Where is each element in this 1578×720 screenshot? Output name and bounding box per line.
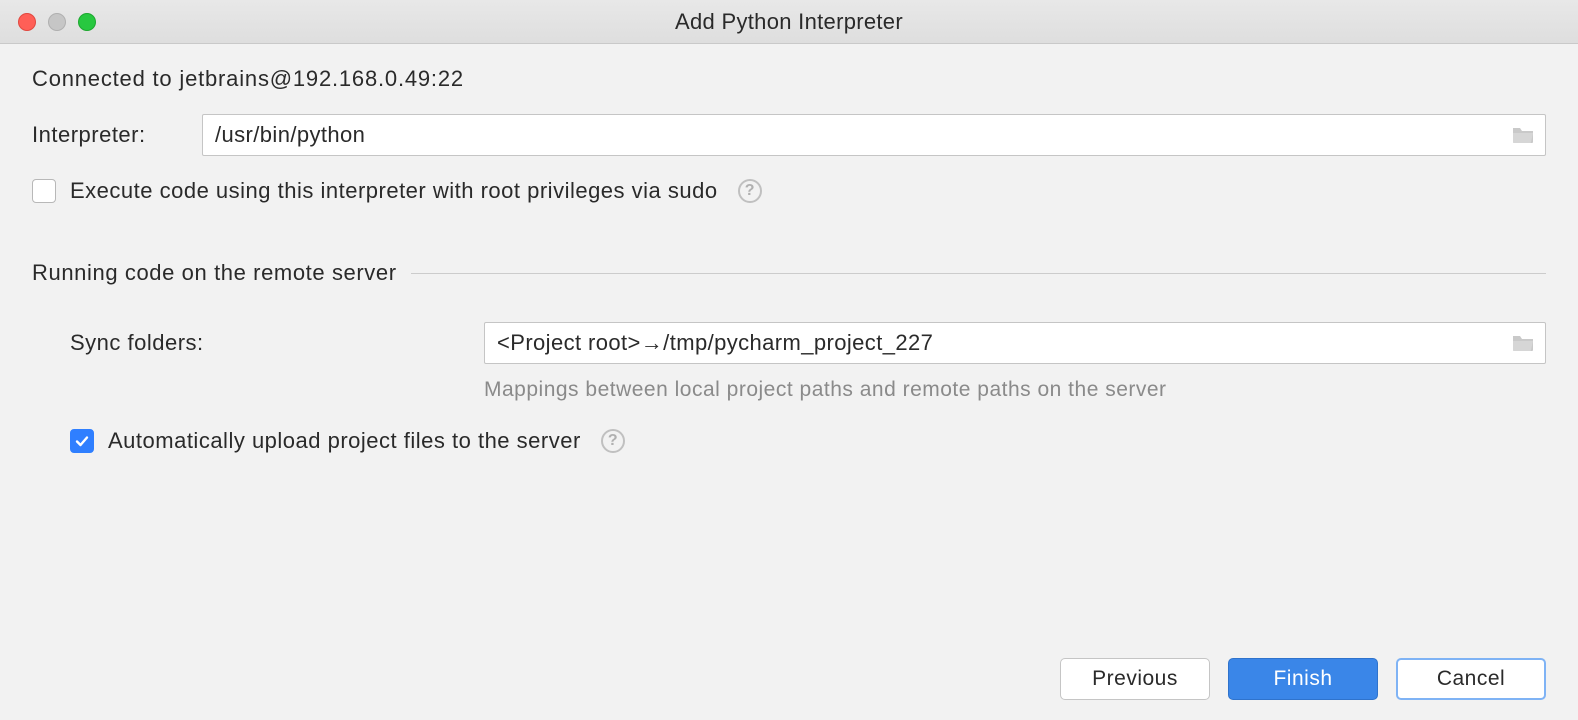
button-bar: Previous Finish Cancel [1060, 658, 1546, 700]
minimize-window-button[interactable] [48, 13, 66, 31]
finish-button[interactable]: Finish [1228, 658, 1378, 700]
interpreter-field-wrap [202, 114, 1546, 156]
window-controls [18, 13, 96, 31]
sync-folders-field-wrap [484, 322, 1546, 364]
divider [411, 273, 1546, 274]
browse-sync-icon[interactable] [1511, 333, 1535, 353]
auto-upload-row: Automatically upload project files to th… [32, 428, 1546, 454]
remote-section: Running code on the remote server Sync f… [32, 260, 1546, 454]
previous-button[interactable]: Previous [1060, 658, 1210, 700]
remote-section-title: Running code on the remote server [32, 260, 397, 286]
sync-folders-hint: Mappings between local project paths and… [32, 378, 1546, 402]
sudo-label: Execute code using this interpreter with… [70, 178, 718, 204]
maximize-window-button[interactable] [78, 13, 96, 31]
auto-upload-label: Automatically upload project files to th… [108, 428, 581, 454]
interpreter-row: Interpreter: [32, 114, 1546, 156]
help-icon[interactable]: ? [738, 179, 762, 203]
dialog-content: Connected to jetbrains@192.168.0.49:22 I… [0, 44, 1578, 454]
sync-folders-label: Sync folders: [70, 330, 484, 356]
connection-status: Connected to jetbrains@192.168.0.49:22 [32, 66, 1546, 92]
remote-section-header: Running code on the remote server [32, 260, 1546, 286]
cancel-button[interactable]: Cancel [1396, 658, 1546, 700]
auto-upload-checkbox[interactable] [70, 429, 94, 453]
window-title: Add Python Interpreter [0, 9, 1578, 35]
close-window-button[interactable] [18, 13, 36, 31]
sync-folders-input[interactable] [497, 323, 1503, 363]
titlebar: Add Python Interpreter [0, 0, 1578, 44]
browse-interpreter-icon[interactable] [1511, 125, 1535, 145]
sudo-checkbox[interactable] [32, 179, 56, 203]
interpreter-label: Interpreter: [32, 122, 202, 148]
help-icon[interactable]: ? [601, 429, 625, 453]
interpreter-input[interactable] [215, 115, 1503, 155]
sudo-row: Execute code using this interpreter with… [32, 178, 1546, 204]
sync-folders-row: Sync folders: [32, 322, 1546, 364]
